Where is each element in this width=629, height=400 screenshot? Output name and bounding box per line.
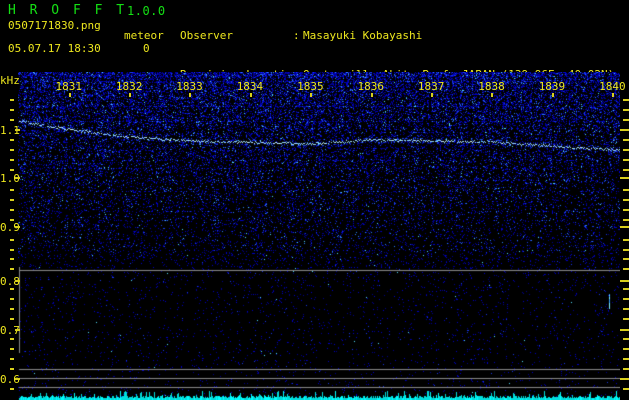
freq-minor-tick-left	[10, 268, 14, 270]
time-tick-mark	[430, 93, 433, 97]
freq-minor-tick-left	[10, 189, 14, 191]
freq-major-tick-right	[620, 129, 629, 131]
freq-minor-tick-right	[623, 348, 629, 350]
freq-minor-tick-right	[623, 288, 629, 290]
meteor-count-value: 0	[143, 42, 150, 55]
time-tick-label: 1836	[357, 80, 385, 93]
freq-tick-label: 0.6	[0, 373, 20, 386]
freq-major-tick-left	[15, 378, 20, 380]
output-filename: 0507171830.png	[8, 19, 101, 32]
freq-minor-tick-right	[623, 249, 629, 251]
freq-minor-tick-right	[623, 308, 629, 310]
time-tick-label: 1838	[478, 80, 505, 93]
freq-minor-tick-left	[10, 219, 14, 221]
observation-datetime: 05.07.17 18:30	[8, 42, 101, 55]
freq-minor-tick-right	[623, 149, 629, 151]
freq-tick-label: 1.0	[0, 172, 20, 185]
info-label: Observer	[180, 29, 233, 42]
freq-minor-tick-left	[10, 258, 14, 260]
freq-tick-label: 0.8	[0, 275, 20, 288]
info-separator: :	[293, 29, 300, 42]
time-tick-mark	[128, 93, 131, 97]
time-tick-mark	[491, 93, 494, 97]
freq-tick-label: 0.7	[0, 324, 20, 337]
app-title: H R O F F T	[8, 3, 128, 18]
freq-minor-tick-right	[623, 109, 629, 111]
freq-major-tick-left	[15, 226, 20, 228]
freq-minor-tick-right	[623, 318, 629, 320]
freq-minor-tick-left	[10, 338, 14, 340]
freq-minor-tick-right	[623, 388, 629, 390]
freq-major-tick-right	[620, 280, 629, 282]
freq-minor-tick-left	[10, 99, 14, 101]
freq-minor-tick-left	[10, 298, 14, 300]
time-tick-mark	[310, 93, 313, 97]
freq-minor-tick-right	[623, 119, 629, 121]
time-tick-mark	[68, 93, 71, 97]
freq-minor-tick-left	[10, 249, 14, 251]
info-row-observer: Observer: Masayuki Kobayashi	[180, 29, 614, 42]
freq-minor-tick-left	[10, 139, 14, 141]
freq-minor-tick-right	[623, 258, 629, 260]
time-tick-label: 1832	[115, 80, 143, 93]
time-tick-mark	[189, 93, 192, 97]
freq-minor-tick-left	[10, 199, 14, 201]
meteor-count-label: meteor	[124, 29, 164, 42]
time-tick-label: 1834	[236, 80, 264, 93]
time-tick-label: 1839	[538, 80, 566, 93]
freq-minor-tick-left	[10, 348, 14, 350]
freq-major-tick-right	[620, 329, 629, 331]
freq-major-tick-right	[620, 226, 629, 228]
freq-tick-label: 1.1	[0, 124, 20, 137]
freq-minor-tick-left	[10, 209, 14, 211]
freq-major-tick-right	[620, 177, 629, 179]
freq-minor-tick-left	[10, 169, 14, 171]
spectrogram-canvas	[18, 72, 620, 400]
time-tick-mark	[612, 93, 615, 97]
hrofft-screen: H R O F F T 1.0.0 0507171830.png 05.07.1…	[0, 0, 629, 400]
freq-minor-tick-left	[10, 318, 14, 320]
freq-minor-tick-right	[623, 139, 629, 141]
time-tick-label: 1837	[417, 80, 445, 93]
freq-minor-tick-left	[10, 109, 14, 111]
freq-minor-tick-right	[623, 189, 629, 191]
freq-minor-tick-right	[623, 268, 629, 270]
freq-minor-tick-right	[623, 99, 629, 101]
freq-minor-tick-left	[10, 358, 14, 360]
freq-minor-tick-right	[623, 338, 629, 340]
freq-minor-tick-right	[623, 159, 629, 161]
freq-major-tick-left	[15, 329, 20, 331]
freq-major-tick-left	[15, 177, 20, 179]
freq-minor-tick-left	[10, 368, 14, 370]
freq-minor-tick-right	[623, 199, 629, 201]
freq-minor-tick-right	[623, 169, 629, 171]
freq-major-tick-left	[15, 129, 20, 131]
frequency-axis-unit-label: kHz	[0, 74, 20, 87]
app-version: 1.0.0	[127, 4, 166, 18]
time-tick-label: 1835	[297, 80, 324, 93]
freq-minor-tick-right	[623, 219, 629, 221]
freq-minor-tick-left	[10, 159, 14, 161]
time-tick-mark	[249, 93, 252, 97]
time-tick-label: 1840	[599, 80, 626, 93]
freq-minor-tick-left	[10, 288, 14, 290]
freq-minor-tick-right	[623, 209, 629, 211]
time-tick-label: 1831	[55, 80, 83, 93]
freq-minor-tick-left	[10, 388, 14, 390]
freq-minor-tick-right	[623, 239, 629, 241]
freq-minor-tick-left	[10, 149, 14, 151]
freq-tick-label: 0.9	[0, 221, 20, 234]
freq-minor-tick-right	[623, 368, 629, 370]
time-tick-label: 1833	[176, 80, 203, 93]
freq-major-tick-right	[620, 378, 629, 380]
time-tick-mark	[370, 93, 373, 97]
info-value: Masayuki Kobayashi	[303, 29, 423, 42]
freq-minor-tick-left	[10, 308, 14, 310]
freq-minor-tick-left	[10, 239, 14, 241]
freq-minor-tick-right	[623, 298, 629, 300]
freq-minor-tick-left	[10, 119, 14, 121]
freq-minor-tick-right	[623, 358, 629, 360]
time-tick-mark	[551, 93, 554, 97]
freq-major-tick-left	[15, 280, 20, 282]
